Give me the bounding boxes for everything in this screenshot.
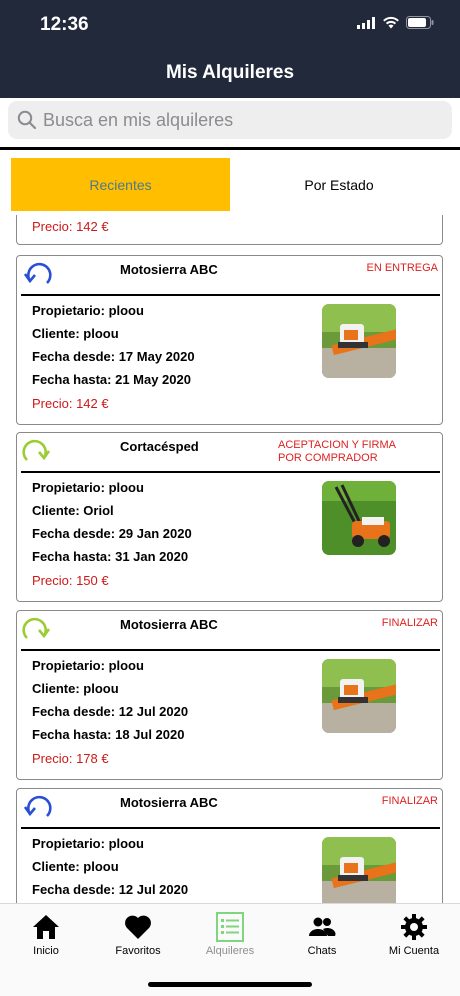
home-indicator [148, 982, 312, 987]
nav-header: 12:36 Mis Alquileres [0, 0, 460, 98]
card-divider [21, 827, 440, 829]
gear-icon [368, 912, 460, 942]
card-price: Precio: 150 € [32, 573, 109, 588]
rental-card[interactable]: Motosierra ABC FINALIZAR Propietario: pl… [16, 788, 443, 903]
status-badge[interactable]: FINALIZAR [382, 617, 438, 630]
search-input[interactable] [43, 109, 423, 131]
chainsaw-photo [322, 837, 396, 903]
rentals-list[interactable]: Precio: 142 € Motosierra ABC EN ENTREGA … [0, 215, 460, 903]
card-divider [21, 294, 440, 296]
card-price: Precio: 178 € [32, 751, 109, 766]
home-icon [0, 912, 92, 942]
tab-mi-cuenta[interactable]: Mi Cuenta [368, 912, 460, 957]
tab-label: Alquileres [205, 945, 255, 957]
chainsaw-photo [322, 659, 396, 733]
rental-card[interactable]: Motosierra ABC FINALIZAR Propietario: pl… [16, 610, 443, 780]
tab-favoritos[interactable]: Favoritos [92, 912, 184, 957]
page-title: Mis Alquileres [165, 62, 295, 83]
signal-icon [357, 16, 375, 29]
card-owner: Propietario: ploou [32, 658, 144, 673]
card-owner: Propietario: ploou [32, 836, 144, 851]
card-client: Cliente: ploou [32, 326, 119, 341]
card-date-to: Fecha hasta: 18 Jul 2020 [32, 727, 185, 742]
card-date-from: Fecha desde: 17 May 2020 [32, 349, 195, 364]
tab-inicio[interactable]: Inicio [0, 912, 92, 957]
chainsaw-photo [322, 304, 396, 378]
list-icon [184, 912, 276, 942]
card-date-to: Fecha hasta: 21 May 2020 [32, 372, 191, 387]
card-divider [21, 471, 440, 473]
tab-alquileres[interactable]: Alquileres [184, 912, 276, 957]
card-price: Precio: 142 € [32, 219, 109, 234]
rental-card[interactable]: Precio: 142 € [16, 215, 443, 245]
card-owner: Propietario: ploou [32, 480, 144, 495]
rental-card[interactable]: Motosierra ABC EN ENTREGA Propietario: p… [16, 255, 443, 425]
status-badge[interactable]: ACEPTACION Y FIRMA POR COMPRADOR [278, 439, 396, 465]
segment-recientes[interactable]: Recientes [11, 158, 230, 211]
segment-por-estado[interactable]: Por Estado [230, 158, 448, 211]
search-box[interactable] [8, 101, 452, 139]
card-client: Cliente: ploou [32, 681, 119, 696]
card-date-to: Fecha hasta: 31 Jan 2020 [32, 549, 189, 564]
card-date-from: Fecha desde: 12 Jul 2020 [32, 882, 189, 897]
search-icon [17, 110, 37, 130]
search-bar [0, 98, 460, 150]
card-owner: Propietario: ploou [32, 303, 144, 318]
tab-label: Favoritos [115, 945, 161, 957]
card-title: Motosierra ABC [120, 262, 218, 277]
rotate-cw-icon [22, 617, 51, 639]
segment-control: Recientes Por Estado [0, 153, 460, 215]
heart-icon [92, 912, 184, 942]
lawnmower-photo [322, 481, 396, 555]
rotate-cw-icon [22, 439, 51, 461]
tab-label: Inicio [33, 945, 59, 957]
card-title: Cortacésped [120, 439, 199, 454]
card-date-from: Fecha desde: 12 Jul 2020 [32, 704, 189, 719]
status-time: 12:36 [40, 14, 89, 35]
tab-label: Mi Cuenta [388, 945, 440, 957]
rental-card[interactable]: Cortacésped ACEPTACION Y FIRMA POR COMPR… [16, 432, 443, 602]
rotate-ccw-icon [23, 795, 52, 817]
status-icons [357, 16, 434, 29]
card-client: Cliente: ploou [32, 859, 119, 874]
status-badge[interactable]: FINALIZAR [382, 795, 438, 808]
wifi-icon [383, 16, 399, 29]
rotate-ccw-icon [23, 262, 52, 284]
card-price: Precio: 142 € [32, 396, 109, 411]
status-badge[interactable]: EN ENTREGA [366, 262, 438, 275]
tab-chats[interactable]: Chats [276, 912, 368, 957]
card-date-from: Fecha desde: 29 Jan 2020 [32, 526, 192, 541]
tab-label: Chats [307, 945, 337, 957]
battery-icon [406, 16, 434, 29]
card-divider [21, 649, 440, 651]
card-client: Cliente: Oriol [32, 503, 114, 518]
people-icon [276, 912, 368, 942]
card-title: Motosierra ABC [120, 795, 218, 810]
card-title: Motosierra ABC [120, 617, 218, 632]
